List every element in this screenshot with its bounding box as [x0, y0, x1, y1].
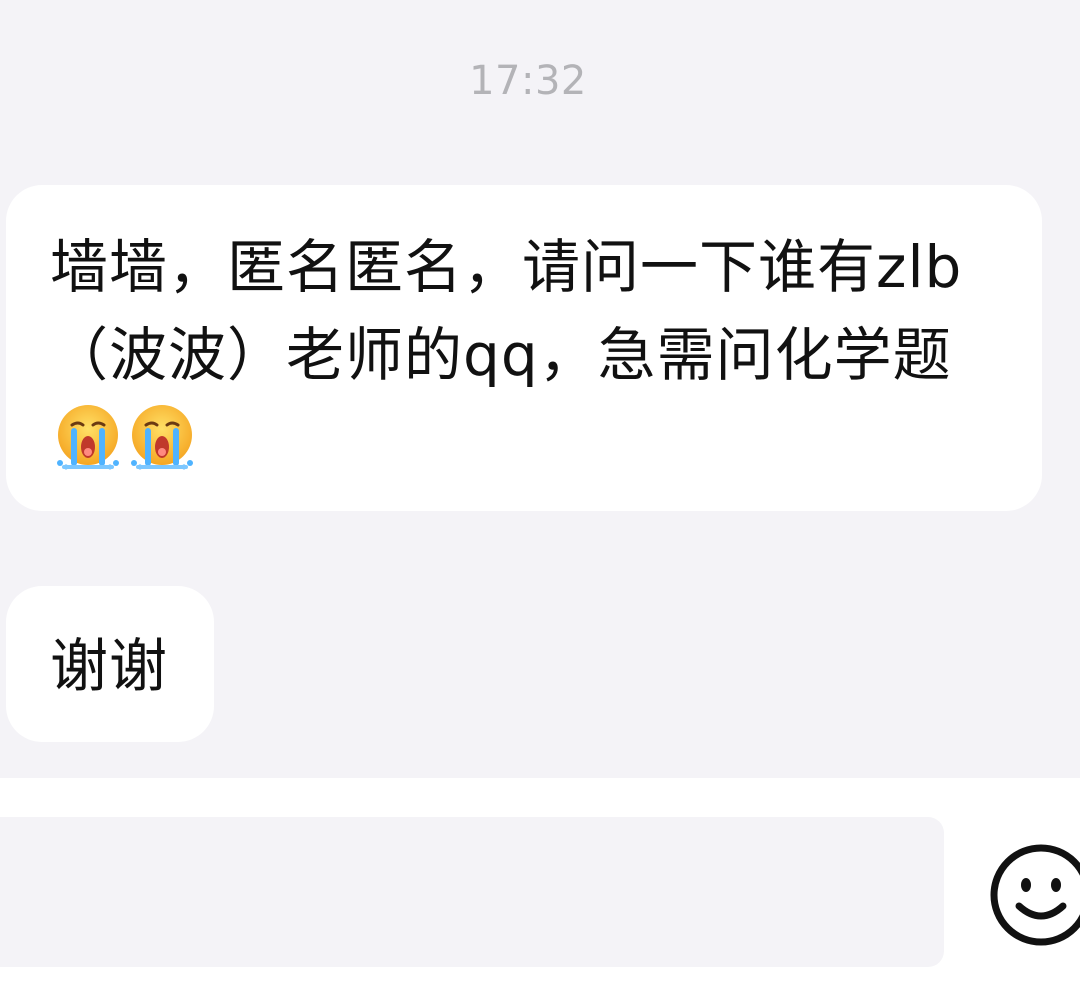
- message-text: 墙墙，匿名匿名，请问一下谁有zlb（波波）老师的qq，急需问化学题: [50, 223, 1002, 487]
- message-timestamp: 17:32: [469, 58, 587, 104]
- chat-area: 17:32 墙墙，匿名匿名，请问一下谁有zlb（波波）老师的qq，急需问化学题: [0, 0, 1080, 778]
- crying-face-icon: [52, 401, 124, 473]
- message-text-content: 墙墙，匿名匿名，请问一下谁有zlb（波波）老师的qq，急需问化学题: [50, 233, 963, 389]
- message-bubble[interactable]: 墙墙，匿名匿名，请问一下谁有zlb（波波）老师的qq，急需问化学题: [6, 185, 1042, 511]
- input-bar: [0, 778, 1080, 1005]
- message-bubble[interactable]: 谢谢: [6, 586, 214, 742]
- crying-face-icon: [126, 401, 198, 473]
- message-text: 谢谢: [50, 632, 169, 700]
- message-input[interactable]: [0, 817, 944, 967]
- smiley-face-icon[interactable]: [986, 840, 1080, 950]
